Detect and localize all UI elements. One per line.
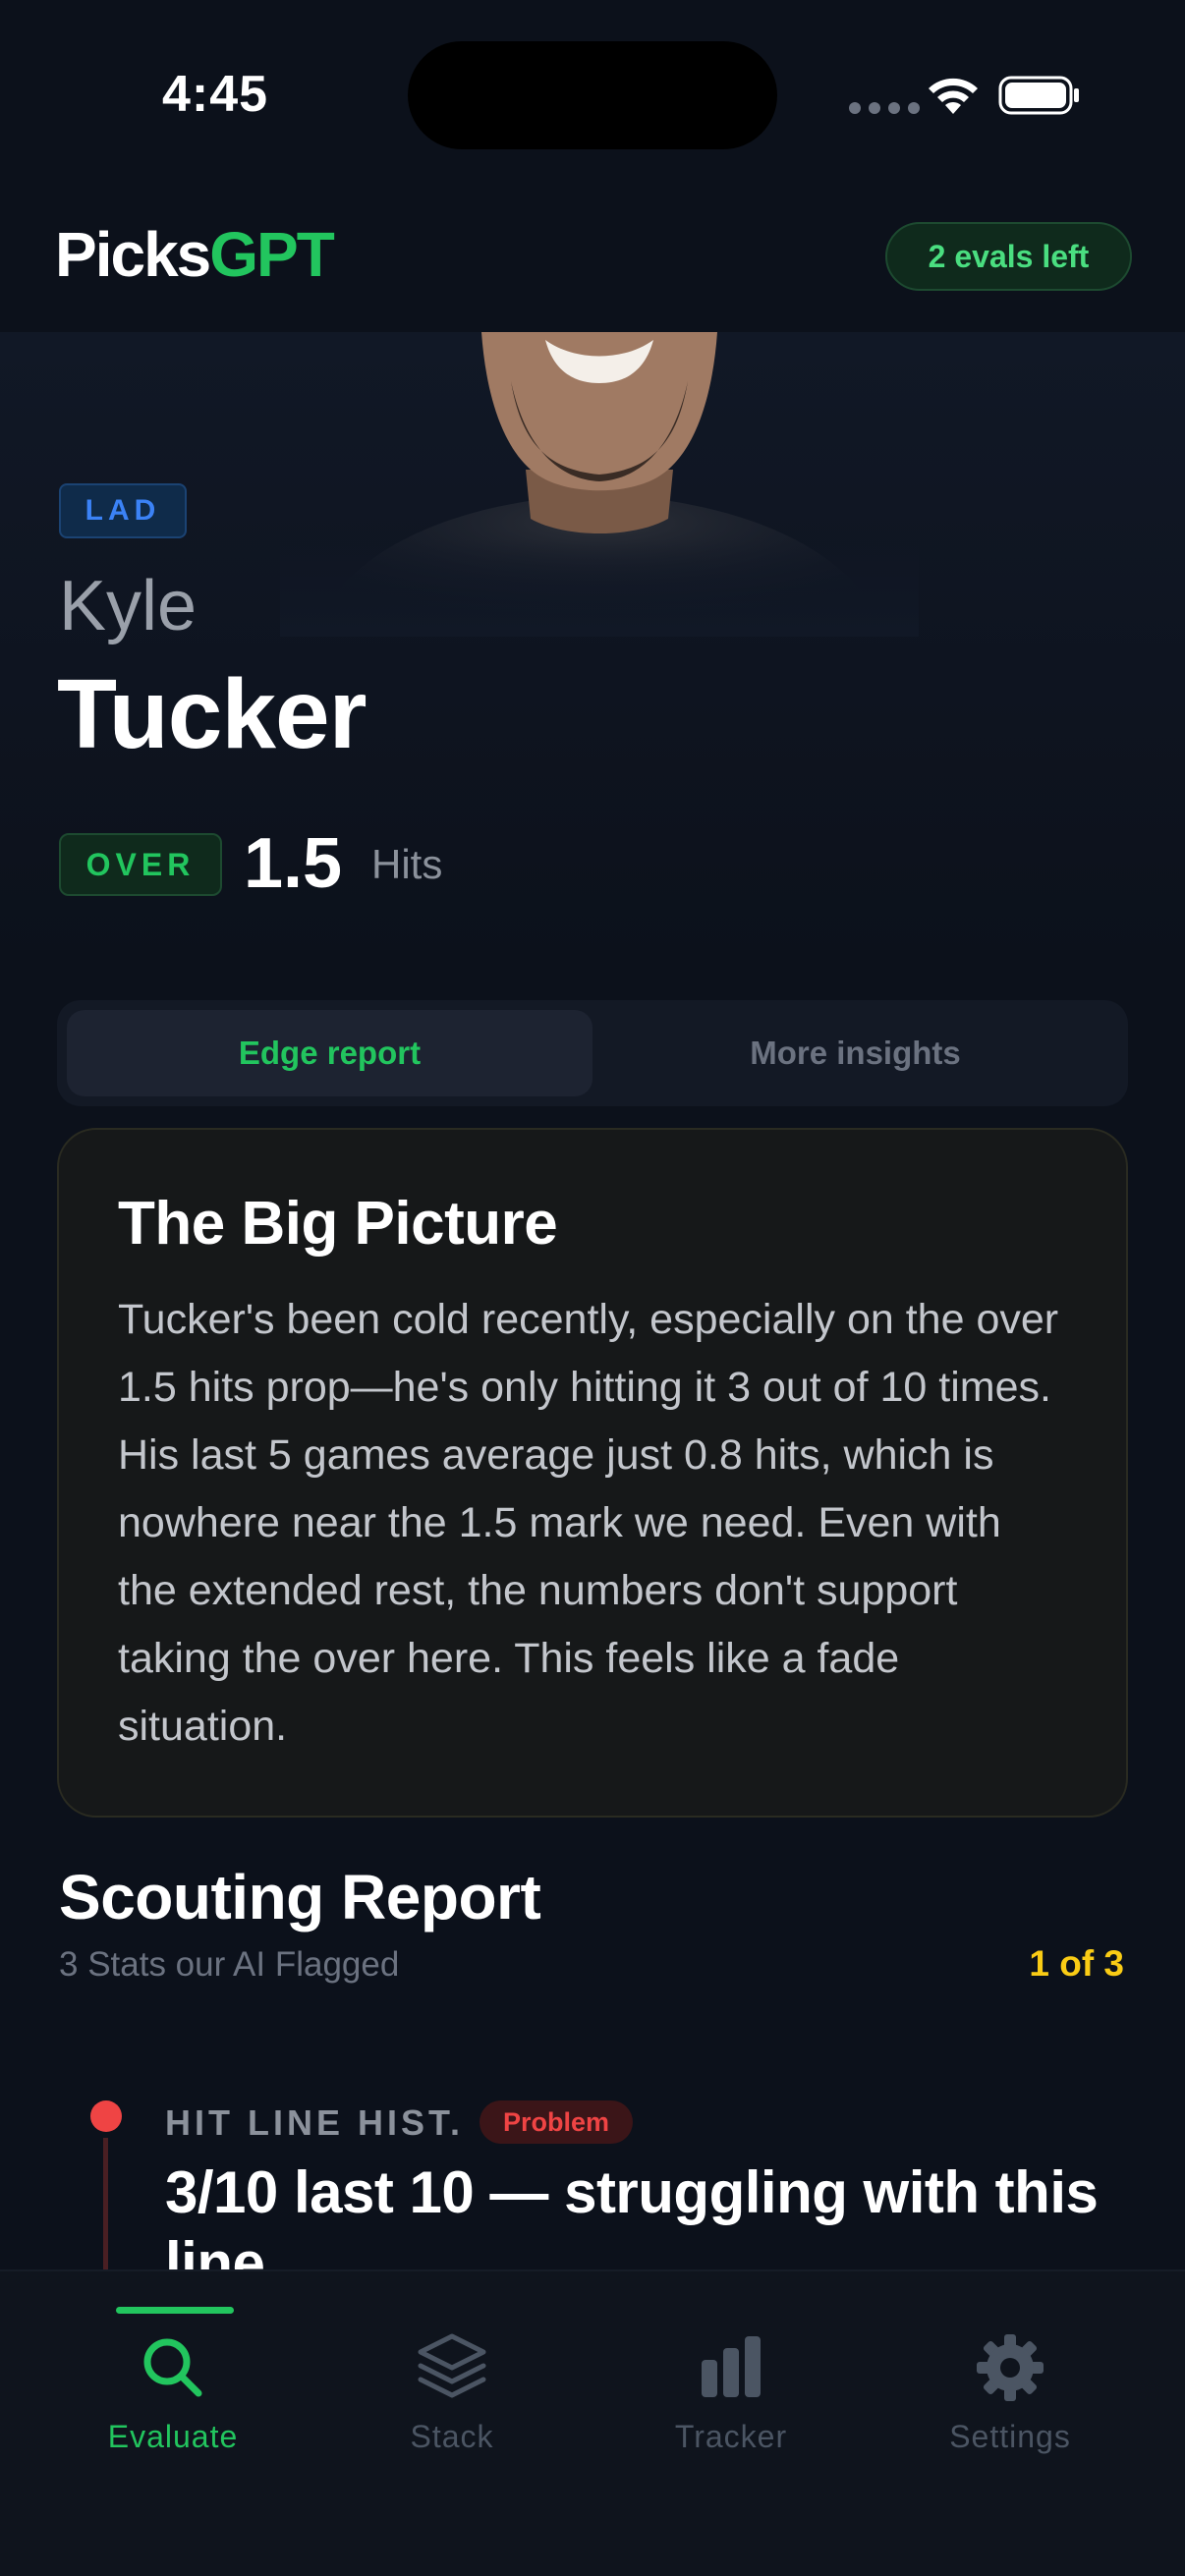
cellular-signal-icon [849,102,920,114]
prop-line-value: 1.5 [244,824,343,903]
page-counter: 1 of 3 [1029,1943,1124,1984]
player-last-name: Tucker [57,659,367,769]
team-badge: LAD [59,483,187,538]
problem-badge: Problem [480,2100,634,2144]
app-logo: PicksGPT [55,218,335,291]
bar-chart-icon [702,2336,761,2397]
section-title: Scouting Report [59,1862,541,1932]
pick-direction-badge: OVER [59,833,222,896]
logo-accent-text: GPT [209,219,335,290]
nav-label: Evaluate [107,2419,239,2454]
logo-text: Picks [55,219,211,290]
evals-left-badge[interactable]: 2 evals left [885,222,1132,291]
tab-edge-report[interactable]: Edge report [67,1010,592,1096]
app-header: PicksGPT 2 evals left [0,196,1185,334]
nav-stack[interactable]: Stack [334,2330,570,2455]
dynamic-island [408,41,777,149]
player-first-name: Kyle [59,567,198,645]
status-time: 4:45 [162,66,269,123]
active-tab-indicator [116,2307,234,2314]
player-hero: LAD Kyle Tucker OVER 1.5 Hits [0,332,1185,961]
nav-settings[interactable]: Settings [892,2330,1128,2455]
nav-tracker[interactable]: Tracker [613,2330,849,2455]
stat-label: HIT LINE HIST. [165,2102,465,2143]
search-icon [143,2338,202,2397]
status-dot [90,2100,122,2132]
wifi-icon [929,78,978,114]
report-tabs: Edge report More insights [57,1000,1128,1106]
nav-label: Settings [949,2419,1071,2454]
nav-label: Tracker [674,2419,788,2454]
gear-icon [977,2334,1044,2401]
status-bar: 4:45 [0,0,1185,196]
prop-stat-label: Hits [371,841,443,887]
card-body: Tucker's been cold recently, especially … [118,1296,1059,1750]
battery-icon [998,76,1079,115]
section-subtitle: 3 Stats our AI Flagged [59,1945,400,1984]
tab-more-insights[interactable]: More insights [592,1010,1118,1096]
layers-icon [418,2333,486,2398]
timeline-line [103,2138,108,2275]
card-title: The Big Picture [118,1190,558,1258]
nav-evaluate[interactable]: Evaluate [55,2330,291,2455]
big-picture-card: The Big Picture Tucker's been cold recen… [57,1128,1128,1818]
bottom-tab-bar: Evaluate Stack Tracker Settings [0,2269,1185,2576]
nav-label: Stack [410,2419,494,2454]
player-photo [280,332,919,637]
